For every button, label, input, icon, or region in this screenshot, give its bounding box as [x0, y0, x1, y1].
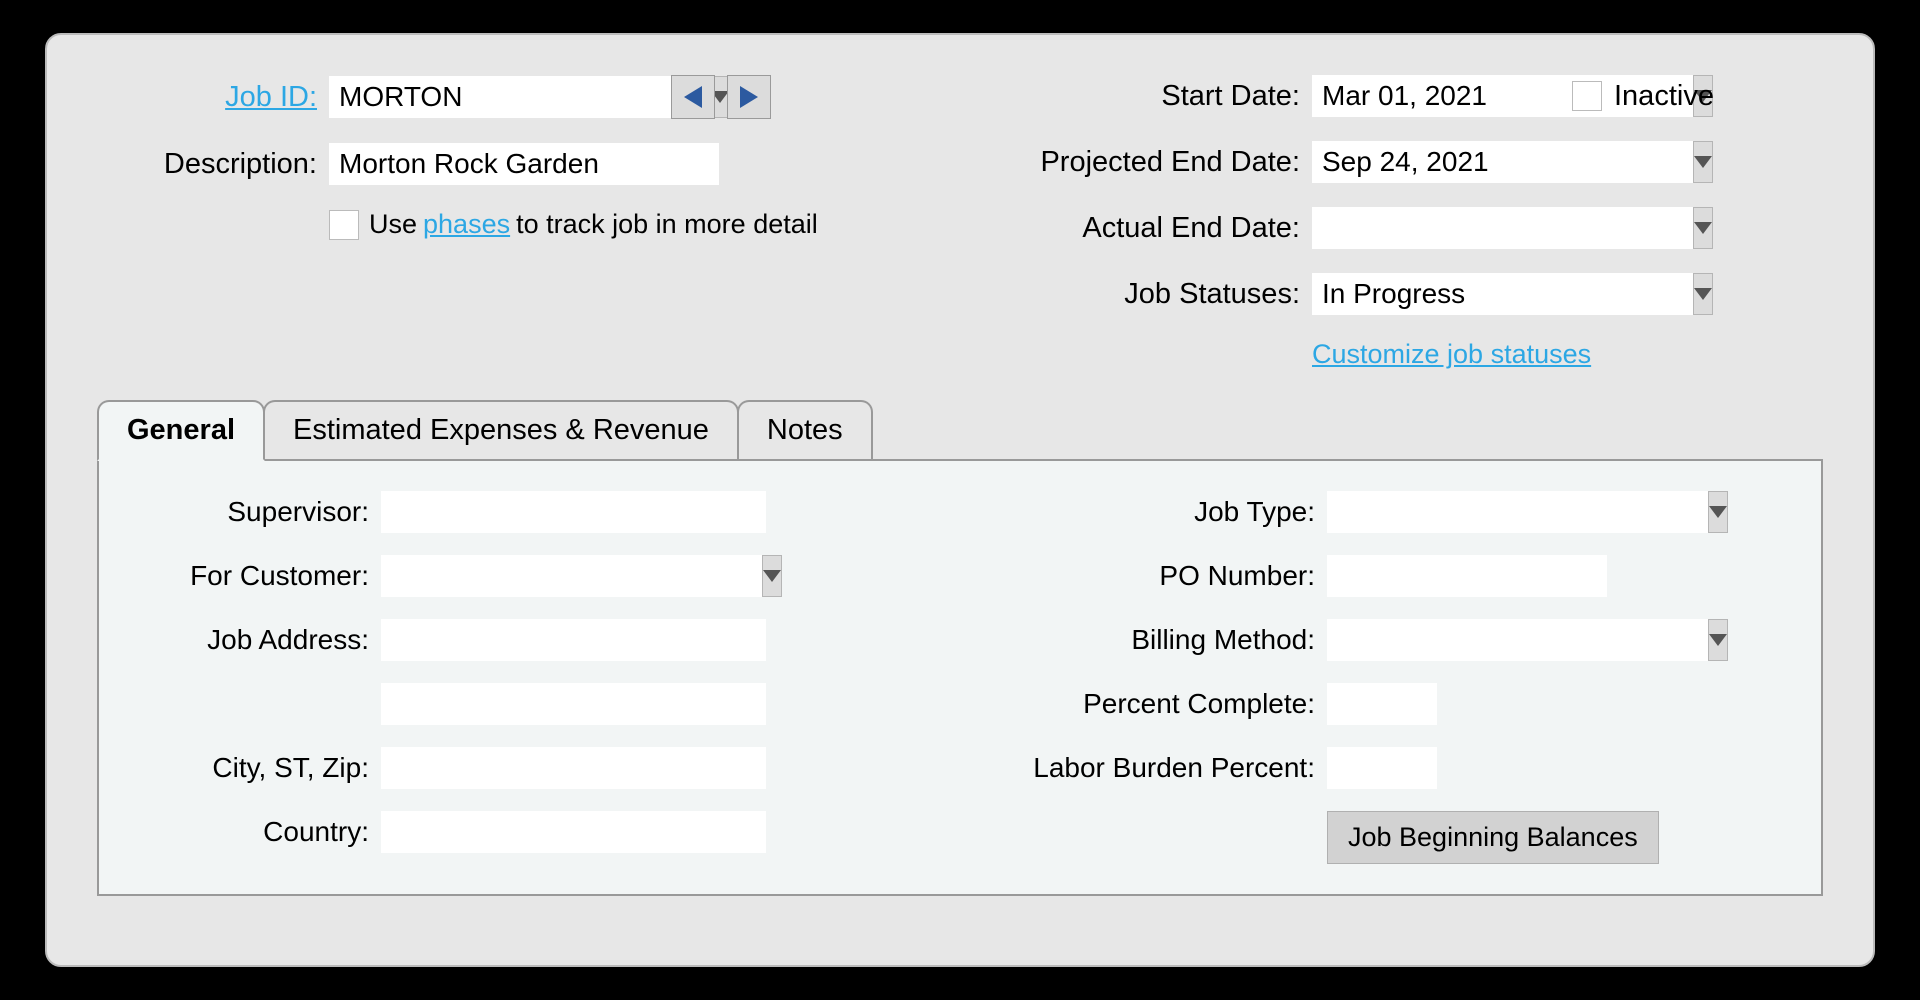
projected-end-combo	[1312, 141, 1552, 183]
inactive-checkbox[interactable]	[1572, 81, 1602, 111]
triangle-right-icon	[740, 86, 758, 108]
actual-end-input[interactable]	[1312, 207, 1693, 249]
use-phases-row: Use phases to track job in more detail	[329, 209, 950, 240]
beginning-balances-row: Job Beginning Balances	[1327, 811, 1781, 864]
for-customer-combo	[381, 555, 766, 597]
next-record-button[interactable]	[727, 75, 771, 119]
labor-burden-label: Labor Burden Percent:	[985, 752, 1315, 784]
customize-statuses-link[interactable]: Customize job statuses	[1312, 339, 1591, 369]
po-number-label: PO Number:	[985, 560, 1315, 592]
tab-estimated[interactable]: Estimated Expenses & Revenue	[263, 400, 739, 459]
po-number-input[interactable]	[1327, 555, 1607, 597]
job-address-row: Job Address:	[129, 619, 925, 661]
description-input[interactable]	[329, 143, 719, 185]
use-phases-checkbox[interactable]	[329, 210, 359, 240]
actual-end-row: Actual End Date:	[970, 207, 1823, 249]
job-statuses-combo	[1312, 273, 1552, 315]
chevron-down-icon[interactable]	[762, 555, 782, 597]
labor-burden-input[interactable]	[1327, 747, 1437, 789]
city-st-zip-input[interactable]	[381, 747, 766, 789]
actual-end-combo	[1312, 207, 1552, 249]
job-statuses-input[interactable]	[1312, 273, 1693, 315]
start-date-label: Start Date:	[970, 80, 1300, 113]
job-statuses-row: Job Statuses:	[970, 273, 1823, 315]
supervisor-input[interactable]	[381, 491, 766, 533]
job-id-label[interactable]: Job ID:	[97, 81, 317, 114]
general-right-column: Job Type: PO Number: Billing Method:	[985, 491, 1781, 864]
chevron-down-icon[interactable]	[1693, 273, 1713, 315]
header: Job ID: Description:	[97, 75, 1823, 370]
general-panel: Supervisor: For Customer: Job Address:	[97, 459, 1823, 896]
job-type-combo	[1327, 491, 1607, 533]
actual-end-label: Actual End Date:	[970, 212, 1300, 245]
job-address-label: Job Address:	[129, 624, 369, 656]
for-customer-row: For Customer:	[129, 555, 925, 597]
job-address2-row	[129, 683, 925, 725]
triangle-left-icon	[684, 86, 702, 108]
billing-method-input[interactable]	[1327, 619, 1708, 661]
prev-record-button[interactable]	[671, 75, 715, 119]
job-id-input[interactable]	[329, 76, 710, 118]
general-left-column: Supervisor: For Customer: Job Address:	[129, 491, 925, 864]
start-date-combo	[1312, 75, 1552, 117]
supervisor-label: Supervisor:	[129, 496, 369, 528]
job-type-row: Job Type:	[985, 491, 1781, 533]
header-left-column: Job ID: Description:	[97, 75, 950, 370]
country-input[interactable]	[381, 811, 766, 853]
projected-end-row: Projected End Date:	[970, 141, 1823, 183]
projected-end-label: Projected End Date:	[970, 146, 1300, 179]
description-label: Description:	[97, 148, 317, 181]
country-row: Country:	[129, 811, 925, 853]
tab-strip: General Estimated Expenses & Revenue Not…	[97, 400, 1823, 459]
job-beginning-balances-button[interactable]: Job Beginning Balances	[1327, 811, 1659, 864]
job-id-combo	[329, 76, 659, 118]
chevron-down-icon[interactable]	[1708, 491, 1728, 533]
projected-end-input[interactable]	[1312, 141, 1693, 183]
for-customer-label: For Customer:	[129, 560, 369, 592]
percent-complete-input[interactable]	[1327, 683, 1437, 725]
tab-notes[interactable]: Notes	[737, 400, 873, 459]
customize-statuses-row: Customize job statuses	[1312, 339, 1823, 370]
inactive-label: Inactive	[1614, 80, 1714, 113]
po-number-row: PO Number:	[985, 555, 1781, 597]
for-customer-input[interactable]	[381, 555, 762, 597]
chevron-down-icon[interactable]	[1693, 141, 1713, 183]
job-address-input[interactable]	[381, 619, 766, 661]
start-date-row: Start Date: Inactive	[970, 75, 1823, 117]
use-phases-prefix: Use	[369, 209, 417, 240]
job-statuses-label: Job Statuses:	[970, 278, 1300, 311]
description-row: Description:	[97, 143, 950, 185]
job-address2-input[interactable]	[381, 683, 766, 725]
chevron-down-icon[interactable]	[1693, 207, 1713, 249]
tab-general[interactable]: General	[97, 400, 265, 461]
supervisor-row: Supervisor:	[129, 491, 925, 533]
billing-method-combo	[1327, 619, 1607, 661]
city-st-zip-row: City, ST, Zip:	[129, 747, 925, 789]
billing-method-label: Billing Method:	[985, 624, 1315, 656]
billing-method-row: Billing Method:	[985, 619, 1781, 661]
job-id-row: Job ID:	[97, 75, 950, 119]
percent-complete-row: Percent Complete:	[985, 683, 1781, 725]
country-label: Country:	[129, 816, 369, 848]
percent-complete-label: Percent Complete:	[985, 688, 1315, 720]
job-window: Job ID: Description:	[45, 33, 1875, 967]
chevron-down-icon[interactable]	[1708, 619, 1728, 661]
city-st-zip-label: City, ST, Zip:	[129, 752, 369, 784]
use-phases-suffix: to track job in more detail	[516, 209, 818, 240]
header-right-column: Start Date: Inactive Projected End Date:	[970, 75, 1823, 370]
labor-burden-row: Labor Burden Percent:	[985, 747, 1781, 789]
job-type-input[interactable]	[1327, 491, 1708, 533]
job-type-label: Job Type:	[985, 496, 1315, 528]
phases-link[interactable]: phases	[423, 209, 510, 240]
